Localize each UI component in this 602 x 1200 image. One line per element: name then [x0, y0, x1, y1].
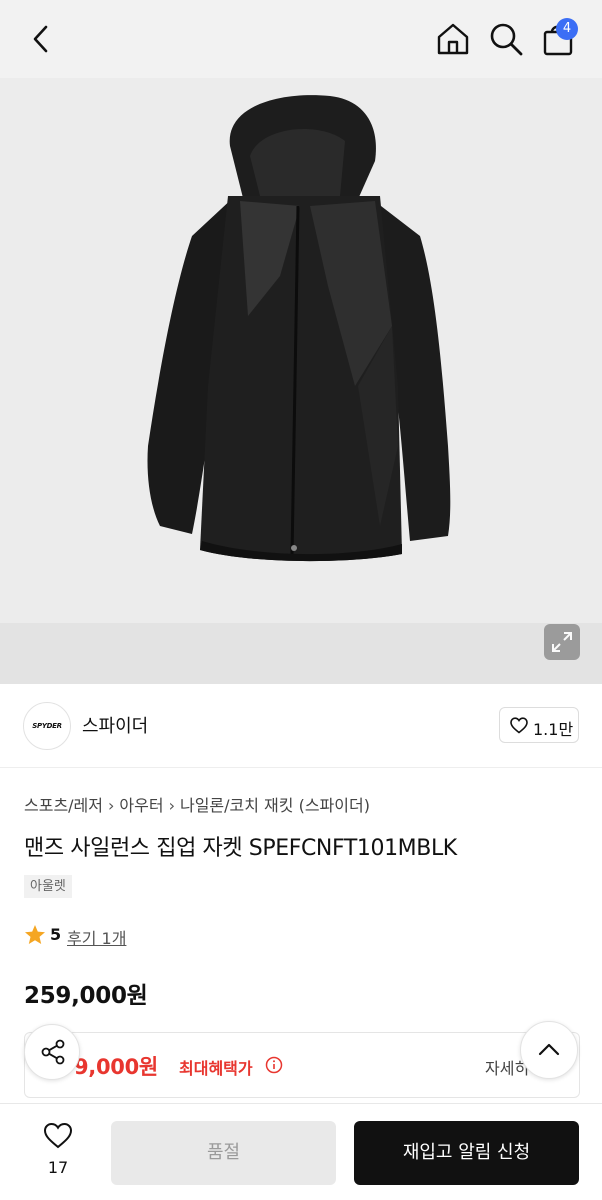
sold-out-button: 품절: [111, 1121, 336, 1185]
breadcrumb: 스포츠/레저 › 아우터 › 나일론/코치 재킷 (스파이더): [24, 792, 370, 816]
expand-icon: [552, 632, 572, 652]
cart-count-badge: 4: [556, 18, 578, 40]
breadcrumb-item[interactable]: 스포츠/레저: [24, 796, 103, 815]
back-arrow-icon[interactable]: [28, 24, 56, 54]
heart-icon: [510, 717, 528, 734]
wishlist-count: 17: [47, 1158, 69, 1177]
brand-row: SPYDER 스파이더 1.1만: [0, 684, 602, 768]
share-button[interactable]: [24, 1024, 80, 1080]
max-benefit-label: 최대혜택가: [179, 1059, 253, 1078]
chevron-up-icon: [538, 1043, 560, 1056]
share-icon: [41, 1039, 65, 1065]
info-icon[interactable]: [265, 1056, 283, 1074]
product-price: 259,000원: [24, 983, 148, 1009]
brand-logo[interactable]: SPYDER: [23, 702, 71, 750]
bottom-action-bar: 17 품절 재입고 알림 신청: [0, 1103, 602, 1200]
max-benefit-price: 9,000원: [74, 1055, 158, 1079]
image-bottom-band: [0, 623, 602, 684]
brand-like-button[interactable]: 1.1만: [499, 707, 579, 743]
chevron-right-icon: ›: [168, 796, 175, 815]
max-benefit-box[interactable]: 9,000원 최대혜택가 자세히: [24, 1032, 580, 1098]
top-nav-bar: 4: [0, 0, 602, 78]
outlet-tag: 아울렛: [24, 875, 72, 898]
wishlist-button[interactable]: 17: [30, 1122, 86, 1182]
breadcrumb-item[interactable]: 나일론/코치 재킷 (스파이더): [180, 796, 370, 815]
product-title: 맨즈 사일런스 집업 자켓 SPEFCNFT101MBLK: [24, 836, 457, 861]
star-icon: [25, 925, 45, 944]
brand-like-count: 1.1만: [533, 720, 574, 739]
heart-icon: [43, 1122, 73, 1149]
rating-value: 5: [50, 925, 62, 944]
brand-name[interactable]: 스파이더: [82, 712, 148, 738]
scroll-top-button[interactable]: [520, 1021, 578, 1079]
jacket-illustration: [147, 95, 451, 562]
review-link[interactable]: 후기 1개: [67, 925, 126, 949]
restock-alert-button[interactable]: 재입고 알림 신청: [354, 1121, 579, 1185]
chevron-right-icon: ›: [108, 796, 115, 815]
product-image[interactable]: [0, 78, 602, 684]
breadcrumb-item[interactable]: 아우터: [119, 796, 163, 815]
expand-image-button[interactable]: [544, 624, 580, 660]
search-icon[interactable]: [487, 20, 525, 58]
home-icon[interactable]: [434, 20, 472, 58]
